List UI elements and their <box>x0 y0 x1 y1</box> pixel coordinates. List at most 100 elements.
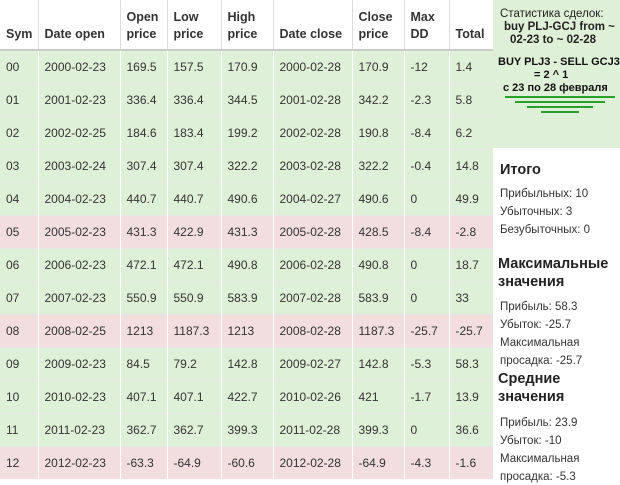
summary-heading: Итого <box>500 162 541 178</box>
cell-total: 58.3 <box>449 346 494 380</box>
table-row: 05 2005-02-23 431.3 422.9 431.3 2005-02-28 428… <box>0 214 494 248</box>
column-header-line2: price <box>126 27 157 41</box>
table-row: 12 2012-02-23 -63.3 -64.9 -60.6 2012-02-28 -64… <box>0 445 494 479</box>
cell-low-price: 407.1 <box>167 379 222 413</box>
avg-heading-line1: Средние <box>498 371 561 387</box>
table-row: 08 2008-02-25 1213 1187.3 1213 2008-02-28 1187… <box>0 313 494 347</box>
cell-total: 14.8 <box>449 148 494 182</box>
table-row: 02 2002-02-25 184.6 183.4 199.2 2002-02-28 190… <box>0 115 494 149</box>
cell-date-close: 2006-02-28 <box>273 247 353 281</box>
cell-total: 5.8 <box>449 82 494 116</box>
cell-sym: 01 <box>0 82 39 116</box>
cell-open-price: 472.1 <box>120 247 168 281</box>
cell-high-price: 399.3 <box>221 412 274 446</box>
max-drawdown-label: Максимальная <box>500 337 580 349</box>
avg-profit: Прибыль: 23.9 <box>500 417 578 429</box>
cell-open-price: 550.9 <box>120 280 168 314</box>
trades-table: Sym Date open Open price Low price High price Da… <box>0 0 494 479</box>
cell-date-open: 2005-02-23 <box>38 214 121 248</box>
stats-sidebar: Статистика сделок: buy PLJ-GCJ from ~ 02… <box>495 0 620 485</box>
cell-max-dd: -25.7 <box>404 313 450 347</box>
cell-total: -1.6 <box>449 445 494 479</box>
cell-date-open: 2004-02-23 <box>38 181 121 215</box>
cell-high-price: 344.5 <box>221 82 274 116</box>
cell-low-price: 183.4 <box>167 115 222 149</box>
cell-total: 1.4 <box>449 49 494 83</box>
table-row: 03 2003-02-24 307.4 307.4 322.2 2003-02-28 322… <box>0 148 494 182</box>
breakeven-count: Безубыточных: 0 <box>500 224 590 236</box>
column-header-line2: price <box>358 27 389 41</box>
cell-date-close: 2000-02-28 <box>273 49 353 83</box>
cell-close-price: 322.2 <box>352 148 405 182</box>
cell-max-dd: 0 <box>404 280 450 314</box>
cell-close-price: 399.3 <box>352 412 405 446</box>
cell-low-price: 362.7 <box>167 412 222 446</box>
cell-high-price: 583.9 <box>221 280 274 314</box>
cell-sym: 09 <box>0 346 39 380</box>
table-row: 00 2000-02-23 169.5 157.5 170.9 2000-02-28 170… <box>0 49 494 83</box>
cell-low-price: -64.9 <box>167 445 222 479</box>
cell-date-close: 2005-02-28 <box>273 214 353 248</box>
table-row: 01 2001-02-23 336.4 336.4 344.5 2001-02-28 342… <box>0 82 494 116</box>
cell-open-price: 431.3 <box>120 214 168 248</box>
column-header-line1: Low <box>173 10 199 24</box>
cell-high-price: 431.3 <box>221 214 274 248</box>
profitable-count: Прибыльных: 10 <box>500 188 589 200</box>
cell-total: 6.2 <box>449 115 494 149</box>
column-header-line1: Close <box>358 10 393 24</box>
cell-open-price: 84.5 <box>120 346 168 380</box>
cell-sym: 02 <box>0 115 39 149</box>
column-header-line1: High <box>227 10 256 24</box>
max-heading-line1: Максимальные <box>498 256 609 272</box>
cell-max-dd: -8.4 <box>404 214 450 248</box>
stats-caption: Статистика сделок: buy PLJ-GCJ from ~ 02… <box>500 8 615 47</box>
cell-date-close: 2001-02-28 <box>273 82 353 116</box>
max-values-heading: Максимальные значения <box>498 255 608 291</box>
cell-low-price: 307.4 <box>167 148 222 182</box>
cell-low-price: 472.1 <box>167 247 222 281</box>
cell-low-price: 157.5 <box>167 49 222 83</box>
signal-bar-4 <box>541 111 579 113</box>
column-header-open-price: Open price <box>120 0 168 51</box>
cell-high-price: 170.9 <box>221 49 274 83</box>
cell-close-price: 342.2 <box>352 82 405 116</box>
cell-close-price: 190.8 <box>352 115 405 149</box>
column-header-close-price: Close price <box>352 0 405 51</box>
column-header-sym: Sym <box>0 0 39 51</box>
cell-sym: 03 <box>0 148 39 182</box>
cell-total: 18.7 <box>449 247 494 281</box>
cell-sym: 06 <box>0 247 39 281</box>
column-header-max-dd: Max DD <box>404 0 450 51</box>
cell-close-price: 583.9 <box>352 280 405 314</box>
cell-close-price: -64.9 <box>352 445 405 479</box>
cell-high-price: 322.2 <box>221 148 274 182</box>
cell-max-dd: -5.3 <box>404 346 450 380</box>
column-header-line2: price <box>227 27 258 41</box>
cell-sym: 08 <box>0 313 39 347</box>
max-profit: Прибыль: 58.3 <box>500 301 578 313</box>
cell-max-dd: -1.7 <box>404 379 450 413</box>
cell-open-price: 336.4 <box>120 82 168 116</box>
column-header-line1: Sym <box>6 27 33 41</box>
cell-date-open: 2003-02-24 <box>38 148 121 182</box>
cell-date-close: 2002-02-28 <box>273 115 353 149</box>
avg-heading-line2: значения <box>498 389 565 405</box>
cell-low-price: 79.2 <box>167 346 222 380</box>
cell-date-close: 2004-02-27 <box>273 181 353 215</box>
cell-date-open: 2008-02-25 <box>38 313 121 347</box>
cell-total: 33 <box>449 280 494 314</box>
cell-sym: 04 <box>0 181 39 215</box>
cell-low-price: 1187.3 <box>167 313 222 347</box>
signal-bar-3 <box>527 106 593 108</box>
column-header-line1: Date close <box>279 27 343 41</box>
cell-open-price: 440.7 <box>120 181 168 215</box>
cell-date-open: 2009-02-23 <box>38 346 121 380</box>
column-header-line1: Max <box>410 10 435 24</box>
cell-max-dd: 0 <box>404 181 450 215</box>
avg-drawdown-label: Максимальная <box>500 453 580 465</box>
signal-caption: BUY PLJ3 - SELL GCJ3 = 2 ^ 1 с 23 по 28 … <box>498 56 620 95</box>
cell-max-dd: -2.3 <box>404 82 450 116</box>
cell-max-dd: 0 <box>404 412 450 446</box>
cell-open-price: 184.6 <box>120 115 168 149</box>
column-header-high-price: High price <box>221 0 274 51</box>
